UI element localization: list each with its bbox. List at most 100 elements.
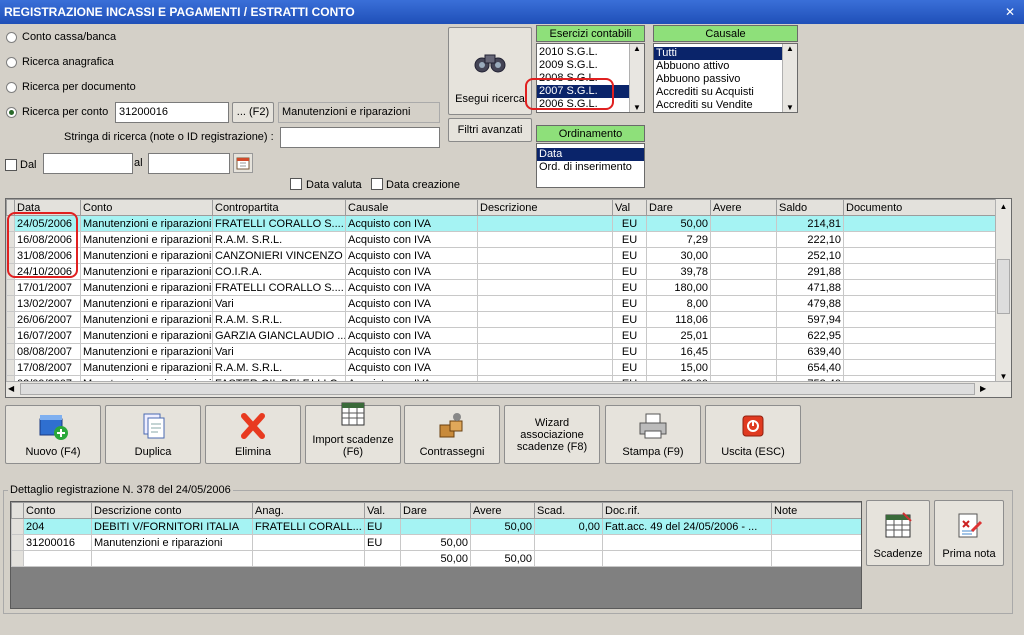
table-cell[interactable]	[843, 231, 997, 248]
table-cell[interactable]: 16/07/2007	[14, 327, 81, 344]
col-header[interactable]: Descrizione conto	[91, 502, 253, 519]
list-item[interactable]: Abbuono passivo	[654, 73, 782, 86]
table-cell[interactable]	[477, 295, 613, 312]
table-cell[interactable]: CO.I.R.A.	[212, 263, 346, 280]
table-cell[interactable]	[364, 550, 401, 567]
table-cell[interactable]	[710, 343, 777, 360]
table-cell[interactable]	[470, 534, 535, 551]
table-cell[interactable]: Manutenzioni e riparazioni	[80, 279, 213, 296]
ordinamento-listbox[interactable]: Data Ord. di inserimento	[536, 143, 645, 188]
table-cell[interactable]: 08/08/2007	[14, 343, 81, 360]
scroll-thumb[interactable]	[997, 259, 1010, 314]
scadenze-button[interactable]: Scadenze	[866, 500, 930, 566]
data-creazione-checkbox[interactable]	[371, 178, 383, 190]
scroll-right-icon[interactable]: ▶	[980, 384, 986, 393]
table-cell[interactable]: R.A.M. S.R.L.	[212, 231, 346, 248]
grid-vertical-scrollbar[interactable]: ▲ ▼	[995, 199, 1011, 381]
table-cell[interactable]	[710, 231, 777, 248]
radio-conto-cassa[interactable]: Conto cassa/banca	[6, 31, 116, 43]
table-cell[interactable]: 50,00	[646, 215, 711, 232]
table-cell[interactable]: 31200016	[23, 534, 92, 551]
col-header[interactable]: Conto	[23, 502, 92, 519]
table-cell[interactable]	[771, 518, 861, 535]
scroll-up-icon[interactable]: ▲	[996, 199, 1011, 214]
table-cell[interactable]: 50,00	[470, 550, 535, 567]
table-cell[interactable]	[710, 263, 777, 280]
table-cell[interactable]: 639,40	[776, 343, 844, 360]
table-cell[interactable]	[710, 247, 777, 264]
table-cell[interactable]	[477, 263, 613, 280]
col-header[interactable]: Conto	[80, 199, 213, 216]
table-cell[interactable]: Manutenzioni e riparazioni	[91, 534, 253, 551]
scroll-down-icon[interactable]: ▼	[783, 103, 797, 112]
col-header[interactable]: Avere	[710, 199, 777, 216]
table-cell[interactable]	[477, 343, 613, 360]
table-cell[interactable]: Manutenzioni e riparazioni	[80, 231, 213, 248]
table-cell[interactable]	[477, 231, 613, 248]
col-header[interactable]: Dare	[400, 502, 471, 519]
table-row[interactable]: 17/08/2007 Manutenzioni e riparazioni R.A.…	[6, 359, 997, 376]
toolbar-button[interactable]: Nuovo (F4)	[5, 405, 101, 464]
row-indicator[interactable]	[6, 327, 15, 344]
table-cell[interactable]: 0,00	[534, 518, 603, 535]
col-header[interactable]: Documento	[843, 199, 997, 216]
table-cell[interactable]: 25,01	[646, 327, 711, 344]
table-cell[interactable]: 26/06/2007	[14, 311, 81, 328]
table-cell[interactable]	[843, 247, 997, 264]
table-cell[interactable]	[843, 263, 997, 280]
radio-ricerca-anagrafica[interactable]: Ricerca anagrafica	[6, 56, 114, 68]
table-cell[interactable]: 15,00	[646, 359, 711, 376]
table-cell[interactable]: FRATELLI CORALL...	[252, 518, 365, 535]
table-cell[interactable]	[710, 215, 777, 232]
row-indicator[interactable]	[6, 279, 15, 296]
scroll-thumb[interactable]	[20, 383, 975, 395]
table-cell[interactable]: 654,40	[776, 359, 844, 376]
table-cell[interactable]: 214,81	[776, 215, 844, 232]
table-cell[interactable]: 222,10	[776, 231, 844, 248]
table-cell[interactable]: Manutenzioni e riparazioni	[80, 263, 213, 280]
table-cell[interactable]	[23, 550, 92, 567]
toolbar-button[interactable]: Uscita (ESC)	[705, 405, 801, 464]
table-row[interactable]: 16/08/2006 Manutenzioni e riparazioni R.A.…	[6, 231, 997, 248]
table-cell[interactable]: 50,00	[470, 518, 535, 535]
table-cell[interactable]: Acquisto con IVA	[345, 343, 478, 360]
list-item[interactable]: Ord. di inserimento	[537, 161, 644, 174]
table-cell[interactable]	[710, 295, 777, 312]
row-indicator[interactable]	[11, 550, 24, 567]
scroll-up-icon[interactable]: ▲	[783, 44, 797, 53]
table-row-selected[interactable]: 204 DEBITI V/FORNITORI ITALIA FRATELLI COR…	[11, 518, 861, 535]
table-cell[interactable]	[602, 550, 772, 567]
table-cell[interactable]: Acquisto con IVA	[345, 215, 478, 232]
dal-date-input[interactable]	[43, 153, 133, 174]
col-header[interactable]: Contropartita	[212, 199, 346, 216]
grid-horizontal-scrollbar[interactable]: ◀ ▶	[6, 381, 1011, 397]
table-cell[interactable]: Manutenzioni e riparazioni	[80, 215, 213, 232]
table-cell[interactable]	[771, 550, 861, 567]
table-cell[interactable]	[710, 311, 777, 328]
table-cell[interactable]: Acquisto con IVA	[345, 263, 478, 280]
data-valuta-checkbox[interactable]	[290, 178, 302, 190]
table-cell[interactable]: Acquisto con IVA	[345, 279, 478, 296]
table-cell[interactable]: EU	[612, 279, 647, 296]
table-row[interactable]: 13/02/2007 Manutenzioni e riparazioni Vari…	[6, 295, 997, 312]
table-cell[interactable]	[843, 311, 997, 328]
table-row[interactable]: 31/08/2006 Manutenzioni e riparazioni CANZ…	[6, 247, 997, 264]
row-indicator[interactable]	[6, 311, 15, 328]
table-row[interactable]: 50,00 50,00	[11, 550, 861, 567]
table-cell[interactable]: 30,00	[646, 247, 711, 264]
table-cell[interactable]: EU	[364, 518, 401, 535]
table-cell[interactable]: R.A.M. S.R.L.	[212, 311, 346, 328]
search-string-input[interactable]	[280, 127, 440, 148]
table-cell[interactable]: 597,94	[776, 311, 844, 328]
table-cell[interactable]: Manutenzioni e riparazioni	[80, 343, 213, 360]
table-cell[interactable]	[252, 550, 365, 567]
table-cell[interactable]: FRATELLI CORALLO S....	[212, 215, 346, 232]
toolbar-button[interactable]: Duplica	[105, 405, 201, 464]
table-cell[interactable]: EU	[612, 295, 647, 312]
table-cell[interactable]: EU	[612, 359, 647, 376]
table-cell[interactable]: 291,88	[776, 263, 844, 280]
table-cell[interactable]: 39,78	[646, 263, 711, 280]
col-header[interactable]: Doc.rif.	[602, 502, 772, 519]
detail-grid[interactable]: Conto Descrizione conto Anag. Val. Dare …	[10, 501, 862, 609]
col-header[interactable]: Dare	[646, 199, 711, 216]
